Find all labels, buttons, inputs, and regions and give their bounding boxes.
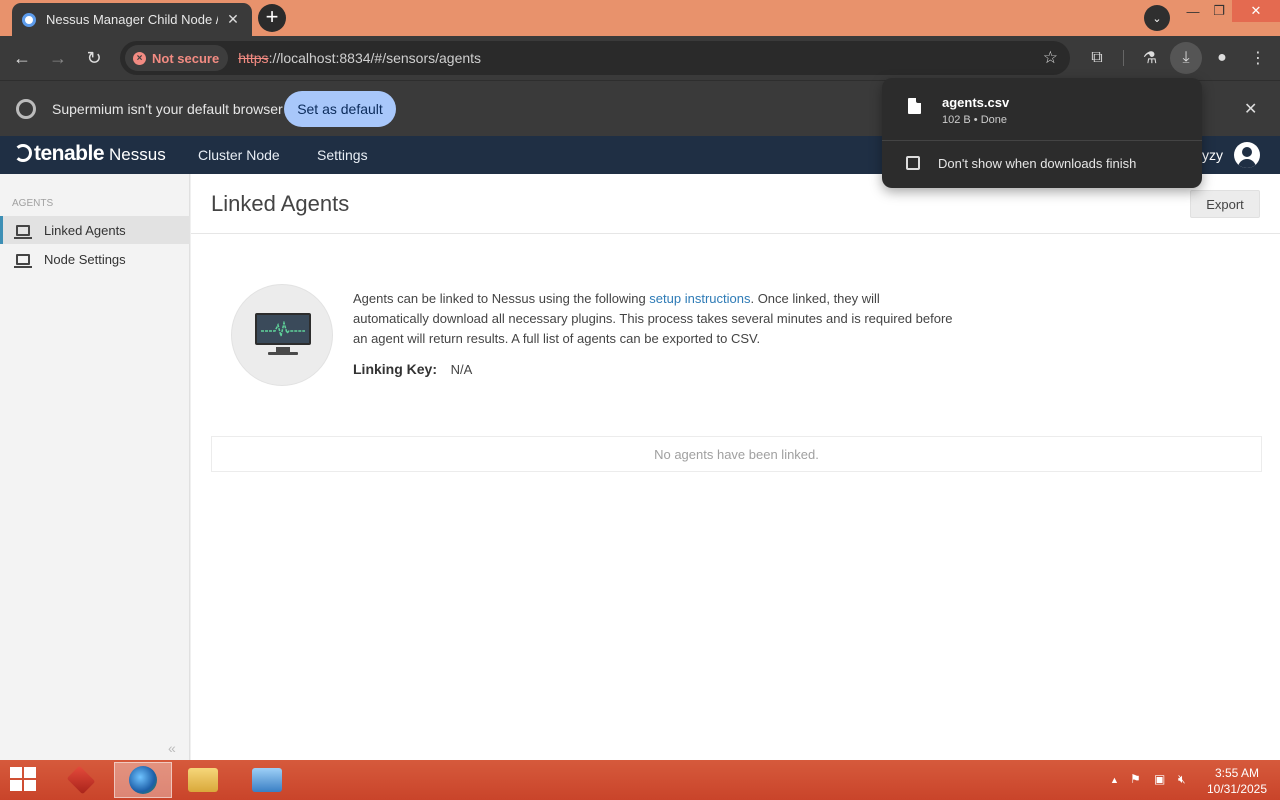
linking-key: Linking Key: N/A (353, 361, 472, 377)
url-scheme: https (238, 50, 269, 66)
username[interactable]: yzy (1202, 147, 1223, 163)
labs-flask-icon[interactable]: ⚗ (1136, 44, 1164, 72)
linking-key-value: N/A (450, 362, 473, 377)
supermium-logo-icon (16, 99, 36, 119)
back-arrow-icon[interactable]: ← (8, 44, 36, 72)
tab-close-icon[interactable]: ✕ (224, 11, 242, 29)
windows-taskbar: ▲ ⚑ ▣ 🔇︎ 3:55 AM 10/31/2025 (0, 760, 1280, 800)
taskbar-app-file-explorer-icon[interactable] (174, 762, 232, 798)
download-file-name[interactable]: agents.csv (942, 95, 1009, 110)
network-icon[interactable]: ▣ (1154, 772, 1165, 786)
not-secure-icon: × (133, 51, 146, 65)
sidebar-item-label: Node Settings (44, 251, 126, 267)
file-icon (908, 98, 921, 114)
browser-menu-icon[interactable]: ⋮ (1244, 44, 1272, 72)
sidebar-item-linked-agents[interactable]: Linked Agents (0, 216, 190, 244)
infobar-close-icon[interactable]: ✕ (1244, 99, 1257, 119)
collapse-sidebar-icon[interactable]: « (168, 740, 176, 756)
url-path: ://localhost:8834/#/sensors/agents (268, 50, 482, 66)
title-divider (191, 233, 1280, 234)
laptop-icon (14, 224, 32, 239)
volume-muted-icon[interactable]: 🔇︎ (1178, 772, 1186, 787)
nessus-favicon-icon (22, 12, 36, 27)
window-close-button[interactable]: ✕ (1232, 0, 1280, 22)
action-center-flag-icon[interactable]: ⚑ (1130, 772, 1141, 786)
agent-illustration (231, 284, 333, 386)
main-content: Linked Agents Export Agents can be linke… (191, 174, 1280, 760)
browser-toolbar: ← → ↻ × Not secure https://localhost:883… (0, 36, 1280, 80)
tenable-nessus-logo[interactable]: tenable Nessus (14, 142, 166, 166)
url-text[interactable]: https://localhost:8834/#/sensors/agents (238, 50, 481, 66)
set-as-default-button[interactable]: Set as default (284, 91, 396, 127)
monitor-icon (255, 313, 311, 345)
brand-nessus: Nessus (109, 145, 166, 164)
tab-search-chevron-icon[interactable]: ⌄ (1144, 5, 1170, 31)
sidebar-section-title: AGENTS (12, 198, 54, 209)
browser-titlebar: Nessus Manager Child Node / L ✕ + ⌄ — ❐ … (0, 0, 1280, 36)
info-text-part: Agents can be linked to Nessus using the… (353, 291, 650, 306)
taskbar-app-control-panel-icon[interactable] (238, 762, 296, 798)
clock-date: 10/31/2025 (1206, 782, 1268, 796)
export-button[interactable]: Export (1190, 190, 1260, 218)
download-bubble: agents.csv 102 B • Done Don't show when … (882, 78, 1202, 188)
laptop-icon (14, 253, 32, 268)
bookmark-star-icon[interactable]: ☆ (1043, 48, 1058, 68)
taskbar-app-toolbox-icon[interactable] (52, 762, 110, 798)
monitor-base (268, 352, 298, 355)
sidebar-item-node-settings[interactable]: Node Settings (0, 245, 190, 273)
linking-key-label: Linking Key: (353, 361, 438, 377)
brand-tenable: tenable (34, 142, 105, 165)
download-divider (882, 140, 1202, 141)
forward-arrow-icon[interactable]: → (44, 44, 72, 72)
download-icon[interactable]: ⤓ (1170, 42, 1202, 74)
sidebar: AGENTS Linked Agents Node Settings « (0, 174, 190, 760)
restore-button[interactable]: ❐ (1204, 0, 1234, 22)
tray-overflow-icon[interactable]: ▲ (1110, 775, 1119, 785)
security-label: Not secure (152, 50, 220, 66)
infobar-message: Supermium isn't your default browser (52, 101, 283, 117)
nav-cluster-node[interactable]: Cluster Node (198, 147, 280, 163)
security-chip[interactable]: × Not secure (125, 45, 229, 71)
taskbar-clock[interactable]: 3:55 AM 10/31/2025 (1204, 765, 1270, 797)
extensions-puzzle-icon[interactable]: ⧉ (1083, 44, 1111, 72)
setup-instructions-link[interactable]: setup instructions (649, 291, 750, 306)
agents-empty-state: No agents have been linked. (211, 436, 1262, 472)
profile-icon[interactable]: ● (1208, 44, 1236, 72)
sidebar-item-label: Linked Agents (44, 222, 126, 238)
browser-tab[interactable]: Nessus Manager Child Node / L ✕ (12, 3, 252, 36)
address-bar[interactable]: × Not secure https://localhost:8834/#/se… (120, 41, 1070, 75)
clock-time: 3:55 AM (1214, 766, 1260, 780)
agent-info-text: Agents can be linked to Nessus using the… (353, 289, 953, 349)
nav-settings[interactable]: Settings (317, 147, 368, 163)
toolbar-divider (1123, 50, 1124, 66)
download-status: 102 B • Done (942, 114, 1008, 126)
windows-start-icon[interactable] (10, 767, 38, 793)
dont-show-label[interactable]: Don't show when downloads finish (938, 156, 1136, 171)
tab-title: Nessus Manager Child Node / L (46, 12, 218, 27)
reload-icon[interactable]: ↻ (80, 44, 108, 72)
dont-show-checkbox[interactable] (906, 156, 920, 170)
heartbeat-icon (261, 321, 305, 337)
tenable-logo-icon (14, 144, 32, 162)
page-title: Linked Agents (211, 191, 350, 216)
user-avatar-icon[interactable] (1234, 142, 1260, 168)
new-tab-button[interactable]: + (258, 4, 286, 32)
taskbar-app-browser-icon[interactable] (114, 762, 172, 798)
